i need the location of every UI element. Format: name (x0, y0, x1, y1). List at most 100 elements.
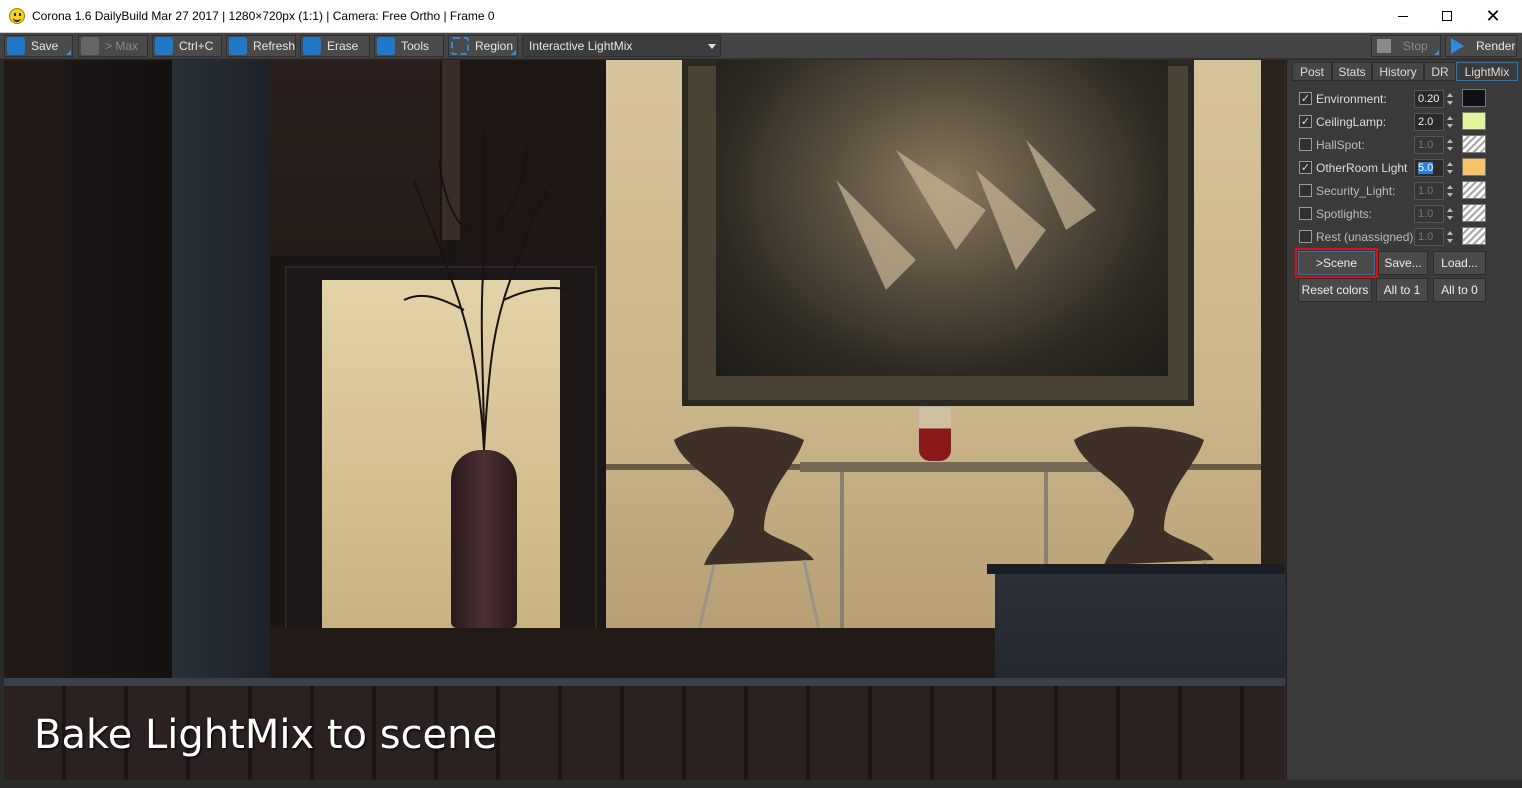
tab-post[interactable]: Post (1292, 62, 1332, 81)
light-enable-checkbox[interactable]: ✓ (1299, 92, 1312, 105)
minimize-icon (1398, 15, 1408, 17)
light-color-swatch[interactable] (1462, 135, 1486, 153)
light-row: ✓ Environment: 0.20 (1297, 89, 1489, 109)
max-logo-icon (81, 37, 99, 55)
vase (451, 450, 517, 628)
window-title: Corona 1.6 DailyBuild Mar 27 2017 | 1280… (32, 9, 495, 23)
chevron-down-icon (708, 44, 716, 49)
erase-button-label: Erase (327, 39, 359, 53)
gear-icon (377, 37, 395, 55)
region-select-icon (451, 37, 469, 55)
all-to-0-button[interactable]: All to 0 (1433, 278, 1486, 302)
left-door-frame (64, 60, 172, 685)
light-intensity-input[interactable]: 2.0 (1414, 113, 1444, 131)
spinner-icon[interactable] (1446, 182, 1455, 200)
light-row: ✓ OtherRoom Light 5.0 (1297, 158, 1489, 178)
light-enable-checkbox[interactable] (1299, 230, 1312, 243)
light-intensity-input[interactable]: 1.0 (1414, 228, 1444, 246)
counter-body (995, 574, 1285, 690)
to-max-button-label: > Max (105, 39, 139, 53)
play-icon (1451, 38, 1464, 54)
all-to-1-button[interactable]: All to 1 (1376, 278, 1428, 302)
tab-dr[interactable]: DR (1424, 62, 1456, 81)
stop-icon (1377, 39, 1391, 53)
light-row: HallSpot: 1.0 (1297, 135, 1489, 155)
tab-stats[interactable]: Stats (1332, 62, 1372, 81)
toolbar: Save > Max Ctrl+C Refresh Erase Tools Re… (0, 33, 1522, 59)
light-intensity-input[interactable]: 5.0 (1414, 159, 1444, 177)
save-button-label: Save (31, 39, 59, 53)
light-row: Rest (unassigned) 1.0 (1297, 227, 1489, 247)
refresh-button[interactable]: Refresh (226, 35, 296, 57)
light-enable-checkbox[interactable] (1299, 138, 1312, 151)
light-row: ✓ CeilingLamp: 2.0 (1297, 112, 1489, 132)
tab-history[interactable]: History (1372, 62, 1424, 81)
refresh-icon (229, 37, 247, 55)
light-color-swatch[interactable] (1462, 204, 1486, 222)
spinner-icon[interactable] (1446, 136, 1455, 154)
light-color-swatch[interactable] (1462, 89, 1486, 107)
dropdown-corner-icon (1434, 50, 1439, 55)
maximize-button[interactable] (1424, 0, 1470, 32)
tools-button-label: Tools (401, 39, 430, 53)
stop-button-label: Stop (1403, 39, 1428, 53)
caption-text: Bake LightMix to scene (34, 712, 498, 758)
erase-button[interactable]: Erase (300, 35, 370, 57)
light-intensity-input[interactable]: 0.20 (1414, 90, 1444, 108)
render-viewport[interactable]: Bake LightMix to scene (4, 60, 1285, 780)
light-label: Spotlights: (1316, 207, 1373, 221)
light-label: HallSpot: (1316, 138, 1365, 152)
erase-x-icon (303, 37, 321, 55)
minimize-button[interactable] (1380, 0, 1426, 32)
copy-button[interactable]: Ctrl+C (152, 35, 222, 57)
save-button[interactable]: Save (4, 35, 73, 57)
light-enable-checkbox[interactable]: ✓ (1299, 115, 1312, 128)
light-intensity-input[interactable]: 1.0 (1414, 205, 1444, 223)
to-max-button[interactable]: > Max (78, 35, 148, 57)
title-bar: Corona 1.6 DailyBuild Mar 27 2017 | 1280… (0, 0, 1522, 33)
light-label: Rest (unassigned) (1316, 230, 1414, 244)
light-color-swatch[interactable] (1462, 158, 1486, 176)
tools-button[interactable]: Tools (374, 35, 444, 57)
lightmix-save-button[interactable]: Save... (1378, 251, 1428, 275)
side-panel: Post Stats History DR LightMix ✓ Environ… (1286, 60, 1522, 780)
light-intensity-input[interactable]: 1.0 (1414, 182, 1444, 200)
light-label: OtherRoom Light (1316, 161, 1408, 175)
light-intensity-input[interactable]: 1.0 (1414, 136, 1444, 154)
light-enable-checkbox[interactable] (1299, 207, 1312, 220)
spinner-icon[interactable] (1446, 205, 1455, 223)
refresh-button-label: Refresh (253, 39, 296, 53)
stop-button[interactable]: Stop (1371, 35, 1441, 57)
painting-ships (836, 140, 1096, 290)
render-element-select[interactable]: Interactive LightMix (522, 35, 721, 57)
spinner-icon[interactable] (1446, 90, 1455, 108)
light-enable-checkbox[interactable] (1299, 184, 1312, 197)
spinner-icon[interactable] (1446, 228, 1455, 246)
render-button-label: Render (1476, 39, 1516, 53)
maximize-icon (1442, 11, 1452, 21)
light-row: Spotlights: 1.0 (1297, 204, 1489, 224)
spinner-icon[interactable] (1446, 113, 1455, 131)
lightmix-load-button[interactable]: Load... (1433, 251, 1486, 275)
light-row: Security_Light: 1.0 (1297, 181, 1489, 201)
light-enable-checkbox[interactable]: ✓ (1299, 161, 1312, 174)
render-button[interactable]: Render (1445, 35, 1517, 57)
left-wall-shadow (4, 60, 64, 685)
bake-to-scene-button[interactable]: >Scene (1295, 248, 1378, 278)
light-label: Security_Light: (1316, 184, 1396, 198)
light-color-swatch[interactable] (1462, 181, 1486, 199)
concrete-pillar (172, 60, 270, 685)
right-pillar (1261, 60, 1285, 628)
selected-value: 5.0 (1418, 162, 1434, 174)
corona-smiley-icon (9, 8, 25, 24)
region-button[interactable]: Region (448, 35, 518, 57)
floppy-disk-icon (7, 37, 25, 55)
light-color-swatch[interactable] (1462, 112, 1486, 130)
spinner-icon[interactable] (1446, 159, 1455, 177)
close-button[interactable]: ✕ (1470, 0, 1516, 32)
light-color-swatch[interactable] (1462, 227, 1486, 245)
dropdown-corner-icon (66, 50, 71, 55)
reset-colors-button[interactable]: Reset colors (1298, 278, 1372, 302)
tab-lightmix[interactable]: LightMix (1456, 62, 1518, 81)
clipboard-icon (155, 37, 173, 55)
